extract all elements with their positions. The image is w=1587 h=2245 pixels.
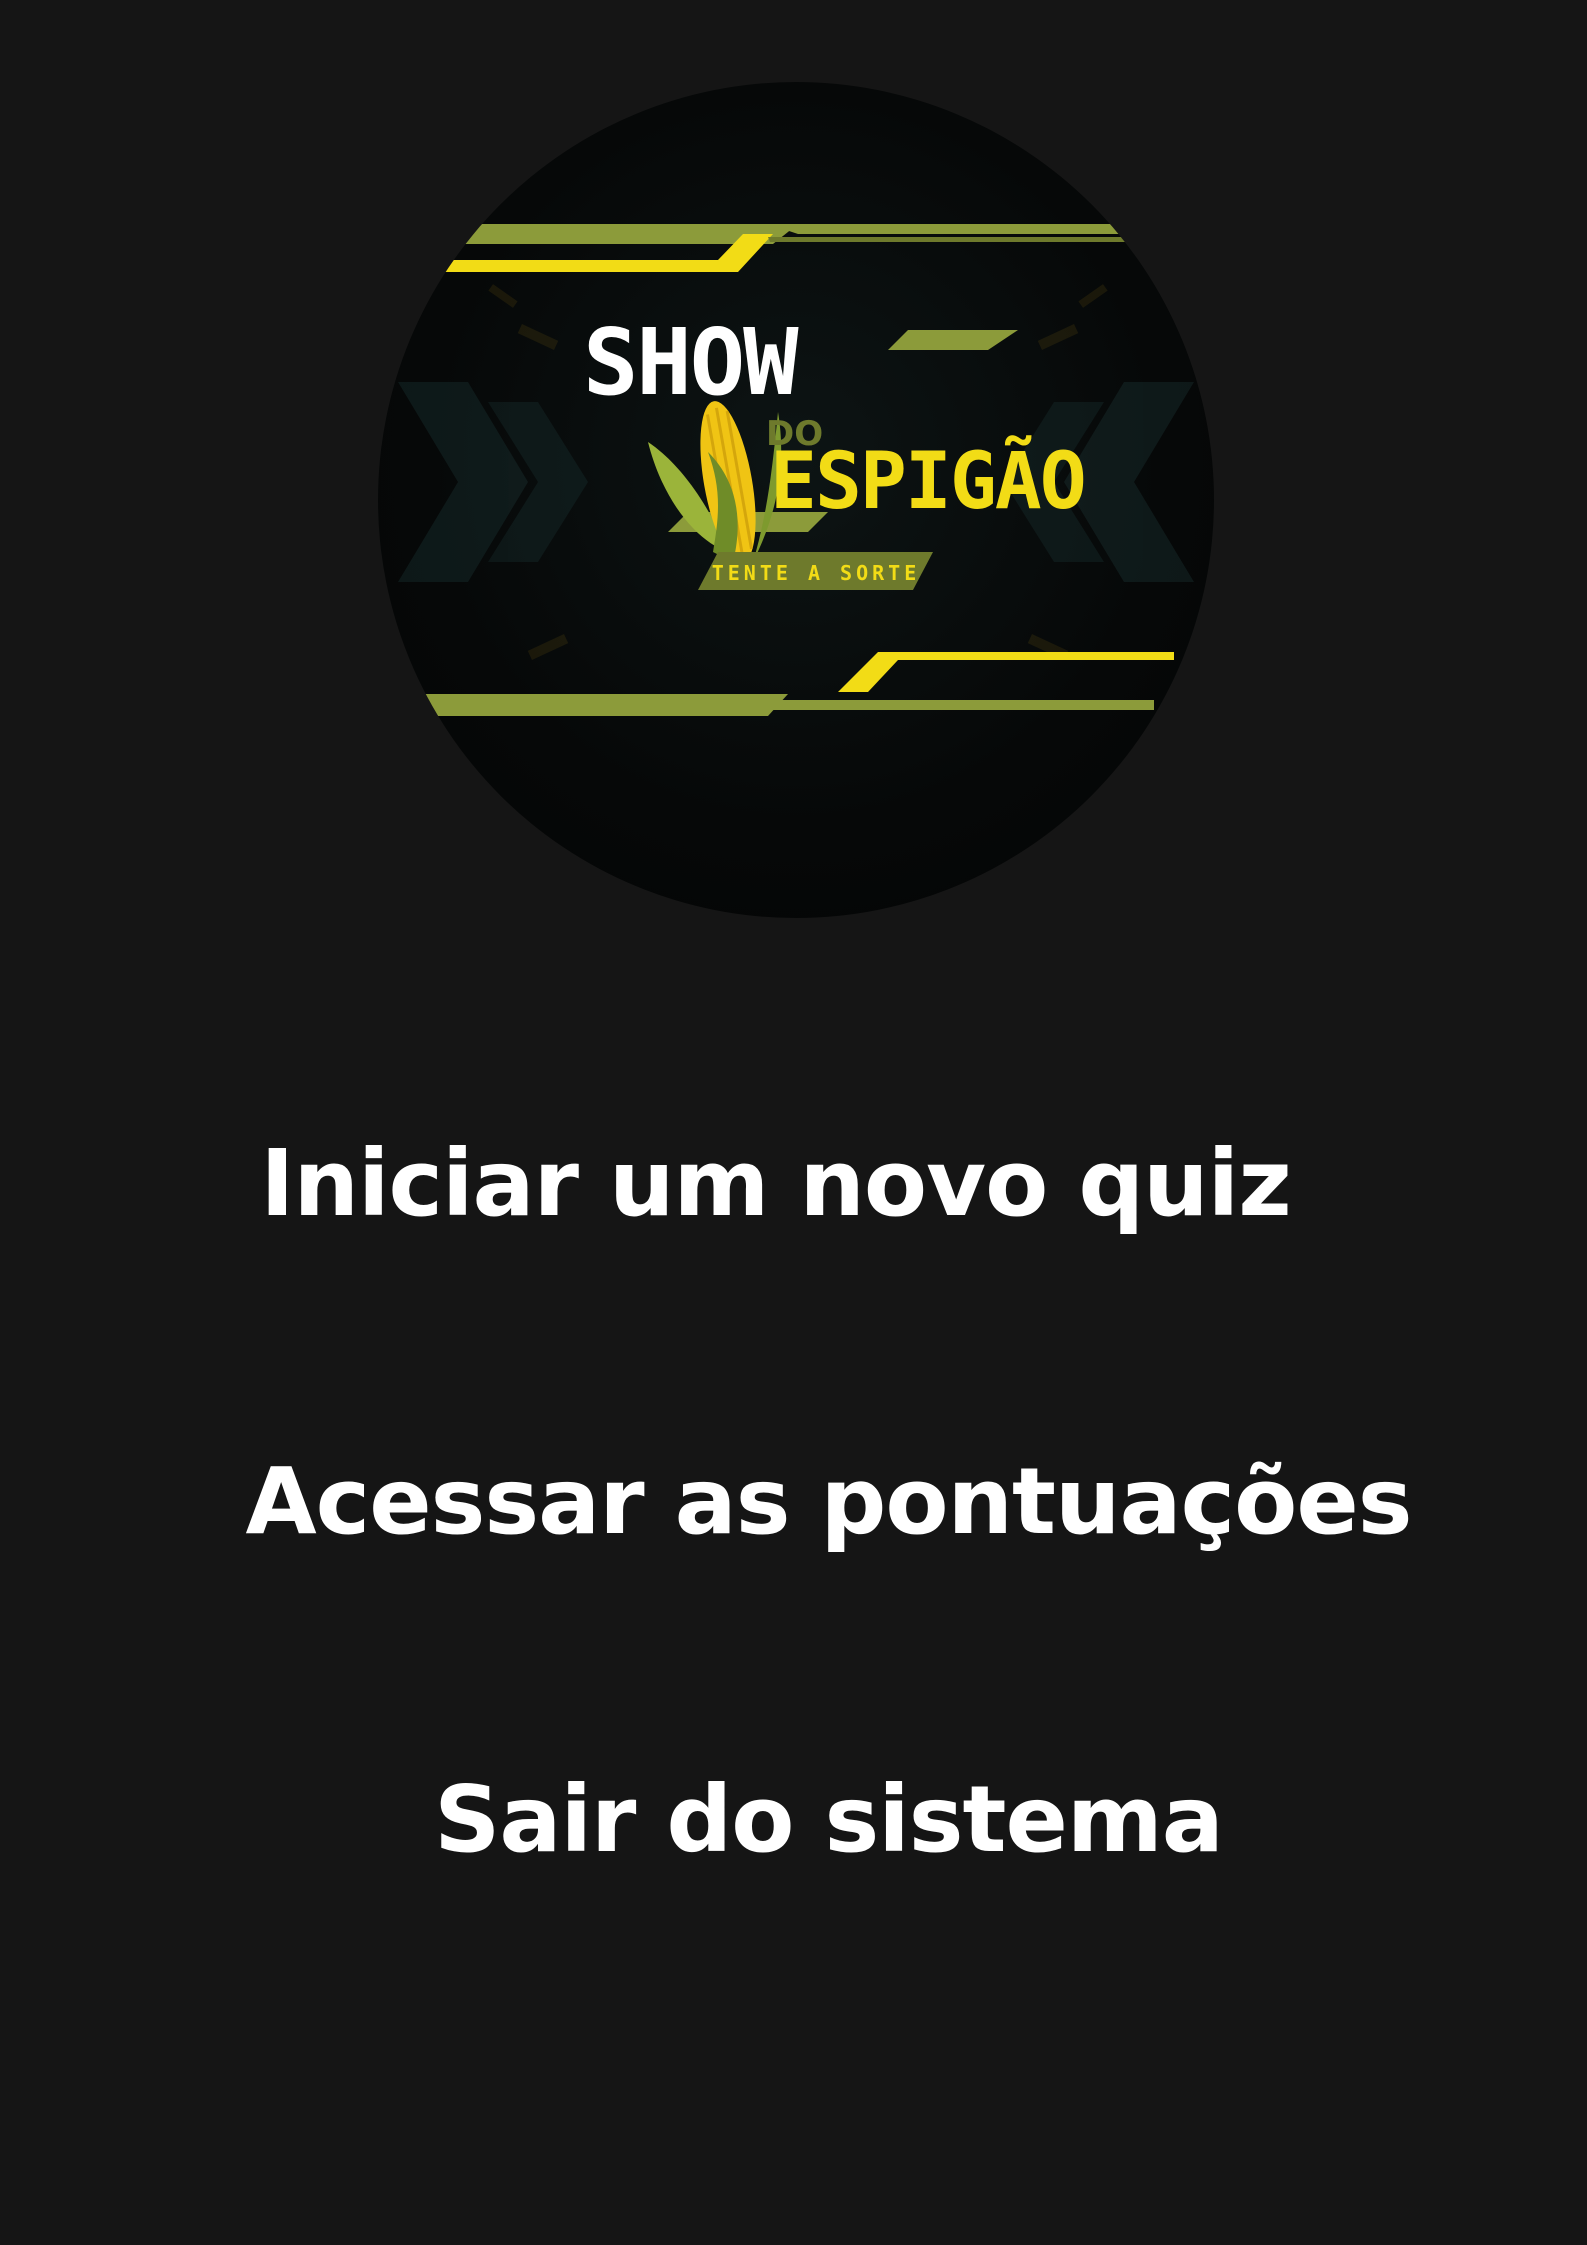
- exit-system-button[interactable]: Sair do sistema: [35, 1760, 1587, 1880]
- main-menu-screen: SHOW DO ESPIGÃO TENTE A SORTE Iniciar um…: [0, 0, 1587, 2245]
- view-scores-button[interactable]: Acessar as pontuações: [35, 1442, 1587, 1562]
- start-new-quiz-button[interactable]: Iniciar um novo quiz: [0, 1124, 1569, 1244]
- corn-icon: [648, 401, 782, 563]
- logo-title-espigao: ESPIGÃO: [770, 435, 1085, 527]
- show-do-espigao-logo: SHOW DO ESPIGÃO TENTE A SORTE: [378, 82, 1214, 918]
- logo-tagline: TENTE A SORTE: [712, 561, 921, 585]
- logo-title-show: SHOW: [583, 309, 799, 416]
